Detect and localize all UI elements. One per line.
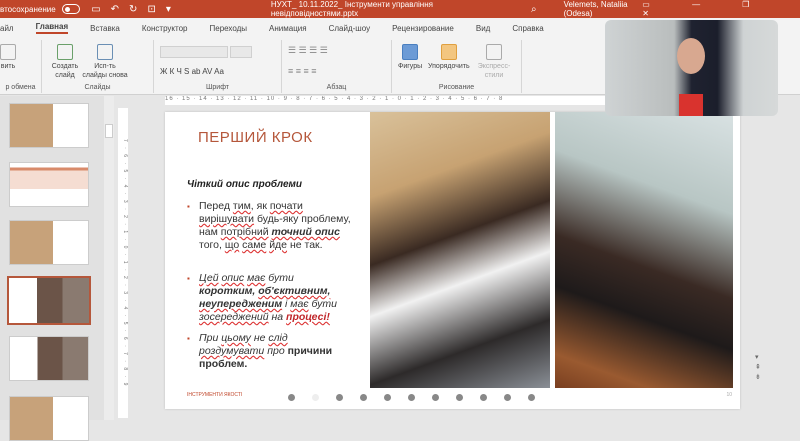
slides-group: Создать слайд Исп-ть слайды снова Слайды [42,40,154,93]
tab-slideshow[interactable]: Слайд-шоу [329,24,370,33]
dot [312,394,319,401]
clipboard-group: вить р обмена [0,40,42,93]
dot [504,394,511,401]
autosave-toggle[interactable] [61,4,81,14]
new-slide-button[interactable]: Создать слайд [50,44,80,80]
dot [432,394,439,401]
tab-transitions[interactable]: Переходы [210,24,248,33]
shapes-button[interactable]: Фигуры [398,44,422,71]
font-name-combo[interactable] [160,46,228,58]
redo-icon[interactable]: ↻ [129,4,137,15]
dot [408,394,415,401]
slide-thumbnail-9[interactable] [9,220,89,265]
slide-thumbnail-8[interactable] [9,162,89,207]
dot [384,394,391,401]
presenter-face [677,38,705,74]
photo-women-with-laptops [370,112,550,388]
tab-insert[interactable]: Вставка [90,24,120,33]
autosave-label: втосохранение [0,4,56,14]
webcam-overlay [605,20,778,116]
bullet-2: Цей опис має бути коротким, об'єктивним,… [187,272,352,324]
present-icon[interactable]: ⊡ [147,4,155,15]
slide-subtitle: Чіткий опис проблеми [187,179,303,190]
slide-thumbnail-11[interactable] [9,336,89,381]
vertical-ruler: 7 · 6 · 5 · 4 · 3 · 2 · 1 · 0 · 1 · 2 · … [118,108,128,418]
tab-design[interactable]: Конструктор [142,24,188,33]
slide-thumbnail-12[interactable] [9,396,89,441]
font-label: Шрифт [205,84,230,91]
slide-title: ПЕРШИЙ КРОК [198,129,313,146]
thumbnail-scrollbar[interactable] [104,96,114,420]
tab-view[interactable]: Вид [476,24,490,33]
clipboard-label: р обмена [5,84,36,91]
horizontal-ruler: 16 · 15 · 14 · 13 · 12 · 11 · 10 · 9 · 8… [165,96,605,105]
quick-styles-button[interactable]: Экспресс-стили [476,44,512,80]
bullet-1: Перед тим, як почати вирішувати будь-яку… [187,200,352,252]
slides-label: Слайды [84,84,111,91]
slide-scroll-buttons[interactable]: ▾ ⇞ ⇟ [755,353,761,383]
dot [288,394,295,401]
slide-footer: ІНСТРУМЕНТИ ЯКОСТІ [187,392,243,398]
paragraph-group: ☰ ☰ ☰ ☰ ≡ ≡ ≡ ≡ Абзац [282,40,392,93]
dot [480,394,487,401]
dot [336,394,343,401]
reuse-slides-button[interactable]: Исп-ть слайды снова [82,44,128,80]
user-name: Velemets, Nataliia (Odesa) [563,0,628,18]
font-size-combo[interactable] [230,46,252,58]
dot [360,394,367,401]
presenter-shirt [679,94,703,116]
tab-help[interactable]: Справка [512,24,543,33]
dot [528,394,535,401]
align-buttons[interactable]: ≡ ≡ ≡ ≡ [288,67,317,76]
paragraph-label: Абзац [326,84,347,91]
slide-thumbnail-7[interactable] [9,103,89,148]
slide-thumbnail-10[interactable] [7,276,91,325]
scrollbar-thumb[interactable] [105,124,113,138]
customize-icon[interactable]: ▾ [166,4,171,15]
arrange-button[interactable]: Упорядочить [428,44,470,71]
photo-woman-reading [555,112,733,388]
dot [456,394,463,401]
drawing-label: Рисование [438,84,475,91]
search-icon[interactable]: ⌕ [531,4,537,15]
font-group: Ж К Ч S ab AV Aa Шрифт [154,40,282,93]
paste-button[interactable]: вить [0,44,16,71]
bullet-3: При цьому не слід роздумувати про причин… [187,332,352,371]
window-controls[interactable]: ▭ — ❐ ✕ [642,0,788,18]
tab-animations[interactable]: Анимация [269,24,307,33]
tab-home[interactable]: Главная [35,22,69,34]
tab-review[interactable]: Рецензирование [392,24,454,33]
slide-page-number: 10 [726,392,732,398]
title-bar: втосохранение ▭ ↶ ↻ ⊡ ▾ НУХТ_ 10.11.2022… [0,0,800,18]
slide-decorative-dots [288,394,535,401]
save-icon[interactable]: ▭ [91,4,100,15]
workspace: 7 · 6 · 5 · 4 · 3 · 2 · 1 · 0 · 1 · 2 · … [0,96,800,441]
file-name: НУХТ_ 10.11.2022_ Інструменти управління… [270,0,433,18]
list-buttons[interactable]: ☰ ☰ ☰ ☰ [288,46,328,55]
font-format-buttons[interactable]: Ж К Ч S ab AV Aa [160,67,224,76]
drawing-group: Фигуры Упорядочить Экспресс-стили Рисова… [392,40,522,93]
tab-file[interactable]: айл [0,24,14,33]
slide-thumbnails [0,96,104,441]
undo-icon[interactable]: ↶ [111,4,119,15]
slide-canvas[interactable]: ПЕРШИЙ КРОК Чіткий опис проблеми Перед т… [165,112,740,409]
